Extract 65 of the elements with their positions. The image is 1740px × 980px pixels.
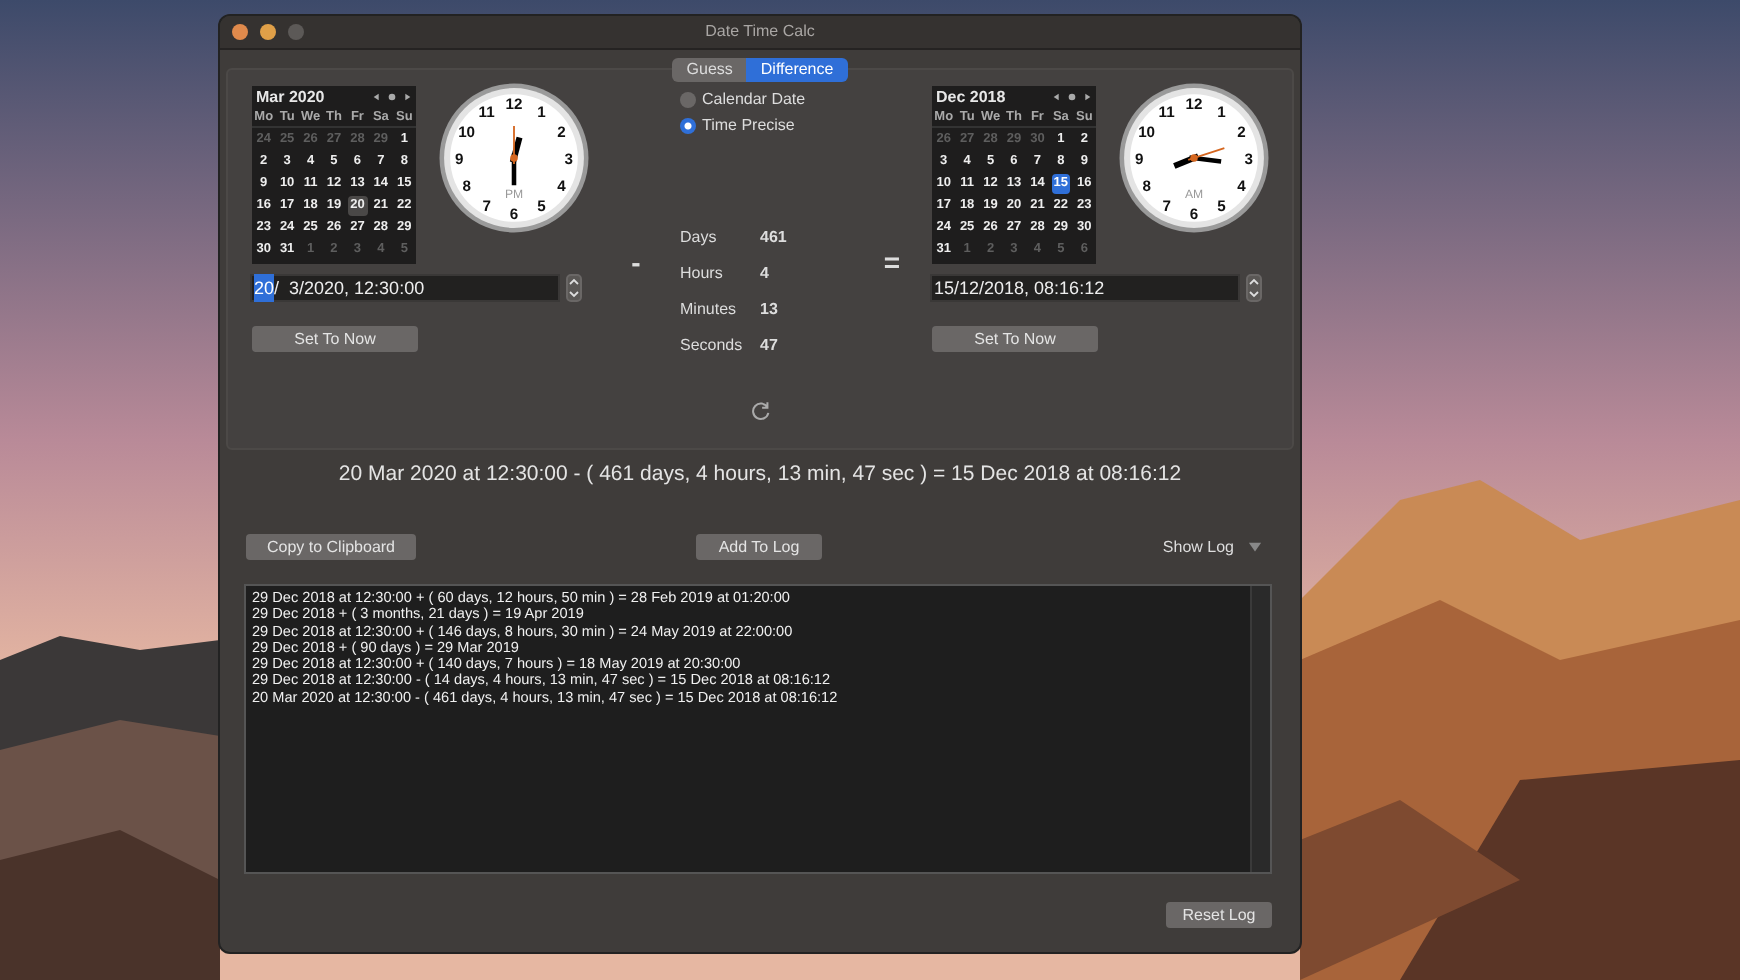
difference-label: Days [680,228,719,248]
clock-numeral: 7 [1162,197,1171,216]
refresh-icon[interactable] [749,400,771,422]
clock-numeral: 11 [478,102,495,121]
previous-icon[interactable] [1053,93,1059,101]
minus-sign: - [631,246,641,278]
stepper-icon[interactable] [566,274,582,302]
clock-numeral: 1 [1217,102,1226,121]
clock-numeral: 3 [1244,150,1253,169]
clock-numeral: 9 [455,150,464,169]
clock-hands [1173,147,1225,169]
difference-label: Hours [680,264,725,284]
clock-numeral: 6 [509,204,519,223]
clock-hands [509,126,523,186]
difference-label: Seconds [680,336,745,356]
copy-to-clipboard-button[interactable]: Copy to Clipboard [246,534,416,560]
clock-numeral: 1 [537,102,546,121]
date-time-field[interactable]: 15/12/2018, 08:16:12 [930,274,1240,302]
stepper-icon[interactable] [1246,274,1262,302]
show-log-toggle[interactable]: Show Log [1162,538,1262,556]
window-title: Date Time Calc [705,22,815,40]
difference-value: 4 [760,264,771,284]
clock-numeral: 2 [557,122,566,141]
clock-numeral: 8 [462,177,471,196]
difference-label: Minutes [680,300,739,320]
clock-numeral: 8 [1142,177,1151,196]
dot-icon[interactable] [388,93,396,101]
clock-numeral: 4 [1237,177,1246,196]
tab[interactable]: Difference [746,58,848,82]
next-icon[interactable] [1085,93,1091,101]
minimize-button[interactable] [260,24,276,40]
clock-numeral: 5 [537,197,546,216]
scroll-bar[interactable] [1250,586,1270,872]
next-icon[interactable] [405,93,411,101]
clock-numeral: 2 [1237,122,1246,141]
equals-sign: = [883,246,901,278]
clock-numeral: 11 [1158,102,1175,121]
month-title: Mar 2020 [256,88,325,106]
clock-numeral: 12 [1185,95,1203,114]
clock-numeral: 5 [1217,197,1226,216]
set-to-now-button[interactable]: Set To Now [252,326,418,352]
difference-value: 13 [760,300,780,320]
reset-log-button[interactable]: Reset Log [1166,902,1272,928]
result-text: 20 Mar 2020 at 12:30:00 - ( 461 days, 4 hours, 13 min, 47 sec ) = 15 Dec 2018 at 08:16:12 [338,460,1182,488]
difference-value: 47 [760,336,780,356]
date-time-field[interactable]: 20/ 3/2020, 12:30:00 [250,274,560,302]
clock-numeral: 10 [458,122,476,141]
set-to-now-button[interactable]: Set To Now [932,326,1098,352]
radio-option[interactable]: Calendar Date [680,88,806,110]
clock-numeral: 9 [1135,150,1144,169]
disclosure-triangle-icon[interactable] [1248,540,1262,554]
add-to-log-button[interactable]: Add To Log [696,534,822,560]
radio-option[interactable]: Time Precise [680,114,795,136]
clock-numeral: 12 [505,95,523,114]
tab[interactable]: Guess [672,58,747,82]
close-button[interactable] [232,24,248,40]
clock-numeral: 10 [1138,122,1156,141]
dot-icon[interactable] [1068,93,1076,101]
previous-icon[interactable] [373,93,379,101]
clock-numeral: 3 [564,150,573,169]
clock-numeral: 7 [482,197,491,216]
difference-value: 461 [760,228,789,248]
month-title: Dec 2018 [936,88,1006,106]
clock-numeral: 6 [1189,204,1199,223]
clock-numeral: 4 [557,177,566,196]
